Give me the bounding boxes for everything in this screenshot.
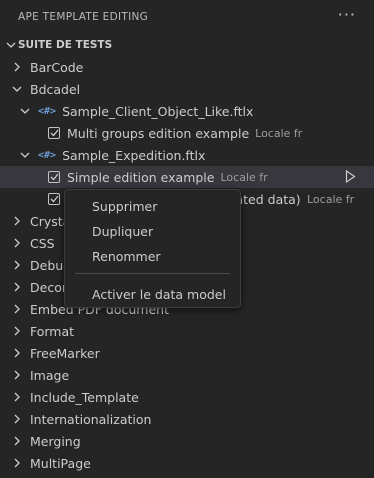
locale-description: Locale fr bbox=[255, 126, 303, 140]
tree-item-label: Image bbox=[30, 367, 70, 383]
tree-item-label: FreeMarker bbox=[30, 345, 100, 361]
checkbox-checked-icon[interactable] bbox=[48, 193, 60, 205]
tree-item-label: MultiPage bbox=[30, 455, 91, 471]
menu-separator bbox=[75, 273, 230, 274]
tree-item-label: Format bbox=[30, 323, 75, 339]
tree-item-label: Decor bbox=[30, 279, 67, 295]
tree-item-label: Simple edition example bbox=[67, 169, 215, 185]
tree-item-label: Include_Template bbox=[30, 389, 139, 405]
chevron-down-icon bbox=[18, 106, 32, 116]
chevron-right-icon bbox=[10, 282, 24, 292]
chevron-down-icon bbox=[18, 150, 32, 160]
chevron-right-icon bbox=[10, 326, 24, 336]
template-file-icon: <#> bbox=[38, 149, 57, 161]
tree-item-label-tail: lated data) bbox=[232, 191, 301, 207]
menu-item-activate-data-model[interactable]: Activer le data model bbox=[65, 282, 240, 307]
menu-item-duplicate[interactable]: Dupliquer bbox=[65, 219, 240, 244]
tree-item-label: Sample_Client_Object_Like.ftlx bbox=[62, 103, 254, 119]
chevron-right-icon bbox=[10, 304, 24, 314]
tree-item-test-multi-groups[interactable]: Multi groups edition example Locale fr bbox=[0, 122, 374, 144]
chevron-right-icon bbox=[10, 458, 24, 468]
chevron-right-icon bbox=[10, 348, 24, 358]
checkbox-checked-icon[interactable] bbox=[48, 171, 60, 183]
tree-item-label: Merging bbox=[30, 433, 81, 449]
tree-item-label: Multi groups edition example bbox=[67, 125, 250, 141]
tree-item-label: CSS bbox=[30, 235, 55, 251]
locale-description: Locale fr bbox=[220, 170, 268, 184]
tree-item-internationalization[interactable]: Internationalization bbox=[0, 408, 374, 430]
tree-item-file-client-object[interactable]: <#> Sample_Client_Object_Like.ftlx bbox=[0, 100, 374, 122]
run-test-icon[interactable] bbox=[345, 169, 356, 186]
locale-description: Locale fr bbox=[307, 192, 355, 206]
template-file-icon: <#> bbox=[38, 105, 57, 117]
tree-item-bdcadel[interactable]: Bdcadel bbox=[0, 78, 374, 100]
menu-item-rename[interactable]: Renommer bbox=[65, 244, 240, 269]
panel-header: APE TEMPLATE EDITING ··· bbox=[0, 0, 374, 34]
tree-item-merging[interactable]: Merging bbox=[0, 430, 374, 452]
tree-item-label: Internationalization bbox=[30, 411, 152, 427]
section-header[interactable]: SUITE DE TESTS bbox=[0, 34, 112, 56]
context-menu: Supprimer Dupliquer Renommer Activer le … bbox=[64, 189, 241, 308]
tree-item-format[interactable]: Format bbox=[0, 320, 374, 342]
tree-item-image[interactable]: Image bbox=[0, 364, 374, 386]
menu-item-delete[interactable]: Supprimer bbox=[65, 194, 240, 219]
tree-item-label: Bdcadel bbox=[30, 81, 81, 97]
tree-item-label: Sample_Expedition.ftlx bbox=[62, 147, 206, 163]
tree-item-freemarker[interactable]: FreeMarker bbox=[0, 342, 374, 364]
tree-item-barcode[interactable]: BarCode bbox=[0, 56, 374, 78]
chevron-right-icon bbox=[10, 238, 24, 248]
tree-item-file-expedition[interactable]: <#> Sample_Expedition.ftlx bbox=[0, 144, 374, 166]
chevron-right-icon bbox=[10, 216, 24, 226]
tree-item-label: BarCode bbox=[30, 59, 84, 75]
tree-item-multipage[interactable]: MultiPage bbox=[0, 452, 374, 474]
chevron-right-icon bbox=[10, 260, 24, 270]
chevron-right-icon bbox=[10, 392, 24, 402]
chevron-down-icon bbox=[4, 40, 18, 50]
checkbox-checked-icon[interactable] bbox=[48, 127, 60, 139]
chevron-right-icon bbox=[10, 62, 24, 72]
tree-item-test-simple-edition[interactable]: Simple edition example Locale fr bbox=[0, 166, 374, 188]
chevron-down-icon bbox=[10, 84, 24, 94]
tree-item-include-template[interactable]: Include_Template bbox=[0, 386, 374, 408]
more-actions-icon[interactable]: ··· bbox=[338, 5, 356, 24]
section-label: SUITE DE TESTS bbox=[18, 39, 113, 51]
panel-title: APE TEMPLATE EDITING bbox=[18, 11, 149, 23]
chevron-right-icon bbox=[10, 436, 24, 446]
chevron-right-icon bbox=[10, 370, 24, 380]
chevron-right-icon bbox=[10, 414, 24, 424]
